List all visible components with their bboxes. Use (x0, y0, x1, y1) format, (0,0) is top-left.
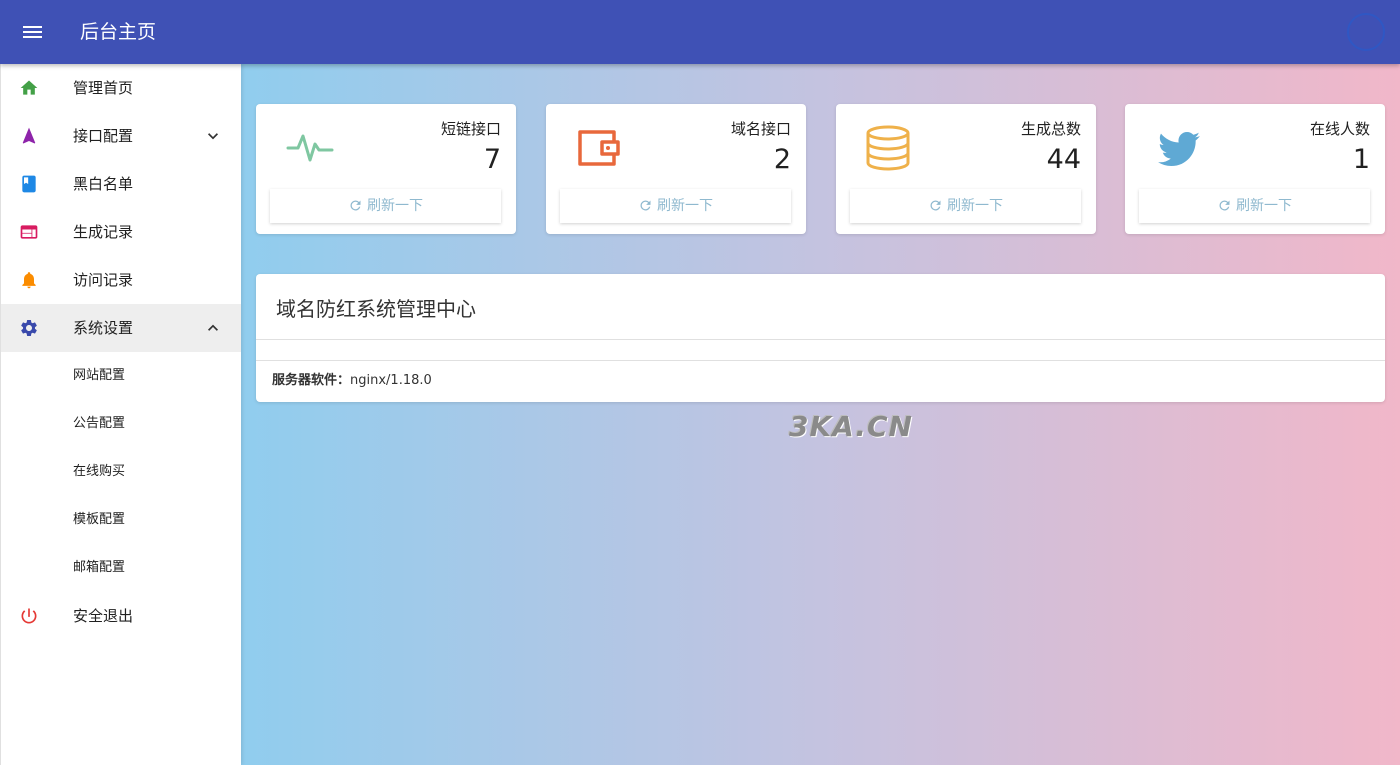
stat-label: 域名接口 (730, 120, 791, 138)
navigation-icon (22, 127, 36, 144)
stat-label: 在线人数 (1309, 120, 1370, 138)
refresh-button[interactable]: 刷新一下 (850, 189, 1081, 223)
home-icon (20, 80, 38, 95)
coins-icon (866, 125, 910, 171)
watermark: 3KA.CN (789, 410, 913, 443)
sidebar-item-home[interactable]: 管理首页 (1, 64, 241, 112)
stat-label: 生成总数 (1020, 120, 1081, 138)
sidebar-item-visit-log[interactable]: 访问记录 (1, 256, 241, 304)
refresh-button[interactable]: 刷新一下 (1139, 189, 1370, 223)
app-bar: 后台主页 (0, 0, 1400, 64)
server-software-value: nginx/1.18.0 (350, 373, 432, 388)
sidebar-item-label: 管理首页 (73, 79, 134, 97)
book-icon (22, 175, 36, 193)
wallet-icon (578, 130, 620, 166)
sidebar: 管理首页 接口配置 黑白名单 生成记录 访问记录 系统设置 网站配置 公告配置 … (0, 64, 241, 765)
sidebar-subitem-notice-config[interactable]: 公告配置 (1, 400, 241, 448)
web-icon (20, 225, 38, 239)
sidebar-subitem-label: 在线购买 (73, 464, 126, 479)
refresh-label: 刷新一下 (1236, 198, 1292, 214)
panel-title: 域名防红系统管理中心 (276, 297, 476, 321)
pulse-icon (286, 134, 334, 162)
refresh-icon (930, 200, 941, 211)
stat-card-domain-api: 域名接口 2 刷新一下 (546, 104, 806, 234)
server-software-label: 服务器软件： (272, 373, 351, 388)
loading-spinner-icon (1347, 13, 1385, 51)
divider (256, 360, 1385, 361)
sidebar-subitem-online-purchase[interactable]: 在线购买 (1, 448, 241, 496)
chevron-down-icon (208, 133, 218, 140)
sidebar-item-label: 访问记录 (73, 271, 134, 289)
refresh-icon (640, 200, 651, 211)
twitter-icon (1158, 132, 1200, 166)
refresh-label: 刷新一下 (947, 198, 1003, 214)
refresh-icon (350, 200, 361, 211)
sidebar-item-api-config[interactable]: 接口配置 (1, 112, 241, 160)
main-content: 短链接口 7 刷新一下 域名接口 2 刷新一下 生成总数 44 刷新一下 在线人… (241, 64, 1400, 765)
sidebar-subitem-label: 邮箱配置 (73, 560, 126, 575)
stat-value: 1 (1352, 144, 1370, 175)
stat-value: 2 (773, 144, 791, 175)
divider (256, 339, 1385, 340)
system-info-panel: 域名防红系统管理中心 服务器软件：nginx/1.18.0 (256, 274, 1385, 402)
chevron-up-icon (208, 324, 218, 331)
menu-icon[interactable] (14, 14, 50, 50)
sidebar-item-label: 系统设置 (73, 319, 134, 337)
sidebar-subitem-site-config[interactable]: 网站配置 (1, 352, 241, 400)
refresh-button[interactable]: 刷新一下 (560, 189, 791, 223)
sidebar-subitem-label: 公告配置 (73, 416, 126, 431)
stat-card-short-link-api: 短链接口 7 刷新一下 (256, 104, 516, 234)
sidebar-subitem-mail-config[interactable]: 邮箱配置 (1, 544, 241, 592)
bell-icon (22, 272, 36, 289)
power-icon (21, 608, 37, 624)
stat-card-online-users: 在线人数 1 刷新一下 (1125, 104, 1385, 234)
sidebar-item-blacklist[interactable]: 黑白名单 (1, 160, 241, 208)
sidebar-item-label: 黑白名单 (73, 175, 134, 193)
refresh-button[interactable]: 刷新一下 (270, 189, 501, 223)
sidebar-item-label: 接口配置 (73, 127, 134, 145)
sidebar-item-generate-log[interactable]: 生成记录 (1, 208, 241, 256)
stat-card-total-generated: 生成总数 44 刷新一下 (836, 104, 1096, 234)
refresh-label: 刷新一下 (367, 198, 423, 214)
page-title: 后台主页 (80, 21, 157, 43)
sidebar-subitem-label: 网站配置 (73, 368, 126, 383)
stat-label: 短链接口 (440, 120, 501, 138)
gear-icon (21, 320, 37, 336)
sidebar-item-logout[interactable]: 安全退出 (1, 592, 241, 640)
stat-value: 44 (1046, 144, 1081, 175)
refresh-icon (1219, 200, 1230, 211)
sidebar-item-label: 生成记录 (73, 223, 134, 241)
refresh-label: 刷新一下 (657, 198, 713, 214)
sidebar-item-system-settings[interactable]: 系统设置 (1, 304, 241, 352)
server-software-row: 服务器软件：nginx/1.18.0 (272, 372, 432, 390)
stat-value: 7 (483, 144, 501, 175)
sidebar-subitem-template-config[interactable]: 模板配置 (1, 496, 241, 544)
sidebar-subitem-label: 模板配置 (73, 512, 126, 527)
sidebar-item-label: 安全退出 (73, 607, 134, 625)
